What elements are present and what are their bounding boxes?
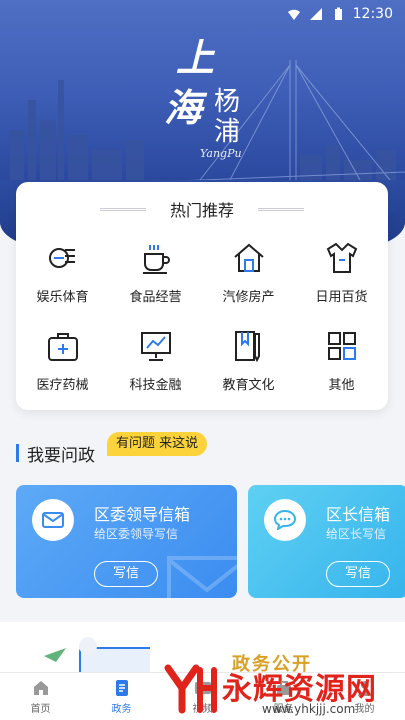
category-tech-finance[interactable]: 科技金融 <box>109 322 202 410</box>
play-icon <box>194 681 211 694</box>
mail-icon <box>42 512 64 528</box>
category-entertainment[interactable]: 娱乐体育 <box>16 234 109 322</box>
mailbox-subtitle: 给区委领导写信 <box>94 527 179 541</box>
ask-title: 我要问政 <box>27 445 95 466</box>
mailbox-title: 区委领导信箱 <box>94 505 191 524</box>
mail-icon-circle <box>32 499 74 541</box>
house-icon <box>233 243 264 272</box>
category-daily-goods[interactable]: 日用百货 <box>295 234 388 322</box>
tab-gov-affairs[interactable]: 政务 <box>81 673 162 720</box>
logo-char: 上 <box>176 35 215 80</box>
monitor-chart-icon <box>140 332 171 361</box>
medical-kit-icon <box>47 333 78 361</box>
service-icon <box>276 680 291 695</box>
write-letter-button[interactable]: 写信 <box>326 561 390 587</box>
mailbox-subtitle: 给区长写信 <box>326 527 387 541</box>
logo-char: 杨 <box>214 87 241 117</box>
category-label: 科技金融 <box>129 378 182 393</box>
envelope-decoration-icon <box>167 556 237 598</box>
chat-icon-circle <box>264 499 306 541</box>
logo-char: 浦 <box>214 117 241 147</box>
tab-service[interactable]: 服务 <box>243 673 324 720</box>
shirt-icon <box>326 242 357 273</box>
wifi-icon <box>287 9 300 20</box>
category-auto-realestate[interactable]: 汽修房产 <box>202 234 295 322</box>
district-committee-mailbox-card[interactable]: 区委领导信箱 给区委领导写信 写信 <box>16 485 237 598</box>
district-mayor-mailbox-card[interactable]: 区长信箱 给区长写信 写信 <box>248 485 405 598</box>
hot-recommend-card: 热门推荐 娱乐体育 食品经营 汽修房产 日用百货 医疗药械 科技金融 教育文化 … <box>16 182 388 410</box>
book-pencil-icon <box>234 331 260 363</box>
section-marker <box>16 444 19 462</box>
category-label: 汽修房产 <box>222 290 275 305</box>
entertainment-icon <box>48 248 75 268</box>
category-label: 食品经营 <box>129 290 182 305</box>
signal-icon <box>309 8 322 20</box>
category-label: 日用百货 <box>315 290 368 305</box>
battery-icon <box>334 7 342 20</box>
chat-icon <box>274 510 296 530</box>
category-label: 其他 <box>328 378 355 393</box>
ask-badge: 有问题 来这说 <box>107 432 208 456</box>
tab-mine[interactable]: 我的 <box>324 673 405 720</box>
home-icon <box>33 680 48 695</box>
write-letter-button[interactable]: 写信 <box>94 561 158 587</box>
tab-label: 首页 <box>30 703 51 715</box>
recommend-title: 热门推荐 <box>169 201 234 220</box>
category-label: 教育文化 <box>222 378 275 393</box>
category-label: 娱乐体育 <box>36 290 89 305</box>
logo-english: YangPu <box>200 147 242 160</box>
tab-home[interactable]: 首页 <box>0 673 81 720</box>
title-divider <box>258 208 304 211</box>
tab-label: 我的 <box>354 703 375 715</box>
tab-video[interactable]: 视频 <box>162 673 243 720</box>
yangpu-logo: 上 海 杨 浦 YangPu <box>160 35 270 165</box>
logo-char: 海 <box>164 85 203 130</box>
category-education[interactable]: 教育文化 <box>202 322 295 410</box>
tab-label: 视频 <box>192 703 213 715</box>
grid-icon <box>327 332 356 360</box>
coffee-cup-icon <box>142 245 170 274</box>
ask-section-header: 我要问政 <box>16 438 95 468</box>
status-bar: 12:30 <box>0 0 405 28</box>
category-other[interactable]: 其他 <box>295 322 388 410</box>
document-icon <box>115 679 128 696</box>
category-medical[interactable]: 医疗药械 <box>16 322 109 410</box>
tab-label: 政务 <box>111 703 132 715</box>
status-time: 12:30 <box>352 6 393 22</box>
user-icon <box>357 680 372 696</box>
mailbox-title: 区长信箱 <box>326 505 391 524</box>
tab-label: 服务 <box>273 703 294 715</box>
category-label: 医疗药械 <box>36 378 89 393</box>
category-food[interactable]: 食品经营 <box>109 234 202 322</box>
category-grid: 娱乐体育 食品经营 汽修房产 日用百货 医疗药械 科技金融 教育文化 其他 <box>16 234 388 410</box>
bottom-tab-bar: 首页 政务 视频 服务 我的 <box>0 672 405 720</box>
